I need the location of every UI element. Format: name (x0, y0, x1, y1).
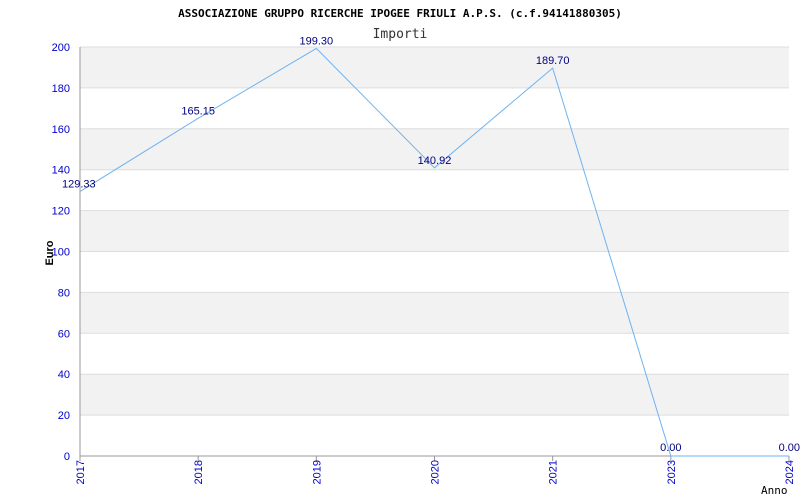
x-axis-label: Anno (761, 484, 788, 497)
plot-bands (80, 47, 789, 416)
data-label: 199.30 (300, 35, 334, 47)
y-tick-label: 40 (58, 369, 70, 381)
y-tick-label: 60 (58, 328, 70, 340)
y-tick-label: 200 (52, 42, 70, 54)
y-axis-label: Euro (44, 240, 56, 265)
plot-band (80, 374, 789, 416)
y-tick-label: 0 (64, 451, 70, 463)
data-label: 165.15 (181, 105, 215, 117)
chart-title: ASSOCIAZIONE GRUPPO RICERCHE IPOGEE FRIU… (178, 7, 622, 20)
line-chart: ASSOCIAZIONE GRUPPO RICERCHE IPOGEE FRIU… (44, 7, 800, 497)
y-tick-label: 160 (52, 124, 70, 136)
x-tick-label: 2017 (75, 460, 87, 484)
plot-band (80, 292, 789, 334)
y-tick-label: 140 (52, 165, 70, 177)
data-label: 189.70 (536, 55, 570, 67)
y-tick-label: 180 (52, 83, 70, 95)
y-tick-label: 120 (52, 206, 70, 218)
x-tick-label: 2020 (430, 460, 442, 484)
data-label: 0.00 (660, 442, 681, 454)
y-tick-label: 20 (58, 410, 70, 422)
data-label: 0.00 (779, 442, 800, 454)
x-tick-label: 2018 (193, 460, 205, 484)
y-tick-label: 80 (58, 287, 70, 299)
x-tick-label: 2019 (311, 460, 323, 484)
data-label: 140.92 (418, 155, 452, 167)
x-tick-labels: 2017 2018 2019 2020 2021 2023 2024 (75, 456, 796, 484)
x-tick-label: 2024 (784, 460, 796, 484)
plot-band (80, 210, 789, 252)
chart-subtitle: Importi (373, 27, 428, 42)
plot-band (80, 47, 789, 88)
x-tick-label: 2021 (548, 460, 560, 484)
data-label: 129.33 (62, 179, 96, 191)
x-tick-label: 2023 (666, 460, 678, 484)
